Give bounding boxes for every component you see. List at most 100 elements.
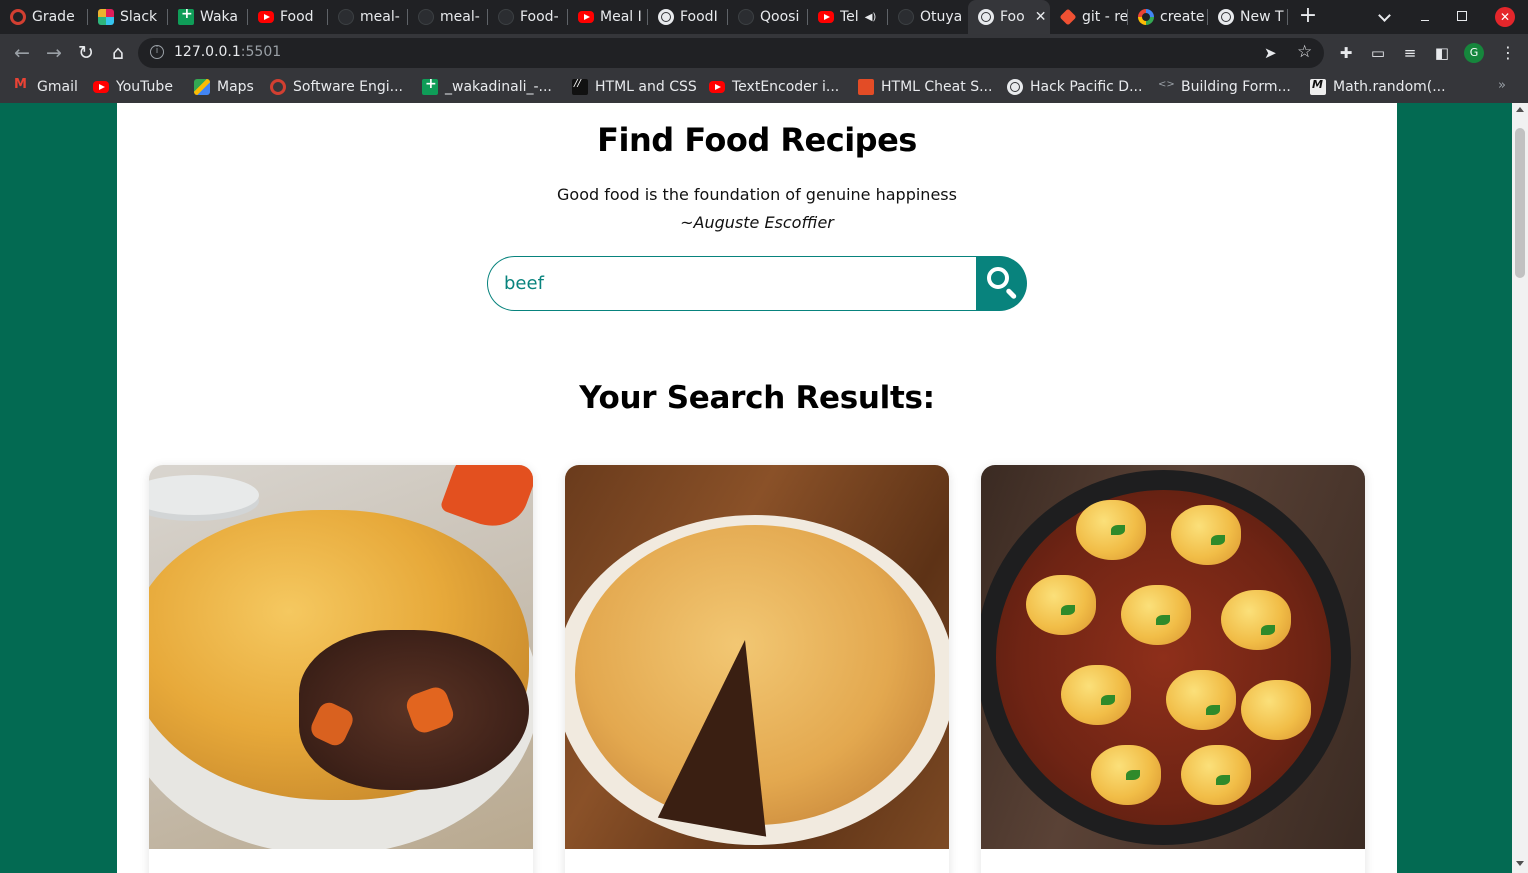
tab[interactable]: meal- xyxy=(408,0,488,34)
bookmark-label: _wakadinali_-... xyxy=(445,79,552,95)
tab-search-button[interactable] xyxy=(1376,8,1394,26)
maximize-button[interactable] xyxy=(1457,11,1467,21)
tab[interactable]: New T xyxy=(1208,0,1288,34)
bookmark-item[interactable]: TextEncoder i... xyxy=(709,77,839,97)
recipe-card-body xyxy=(149,849,533,873)
site-info-icon[interactable]: i xyxy=(150,45,164,59)
herb-shape xyxy=(1101,695,1115,705)
close-window-button[interactable]: ✕ xyxy=(1495,7,1515,27)
page-title: Find Food Recipes xyxy=(597,121,917,159)
tab[interactable]: git - re xyxy=(1050,0,1128,34)
tab-label: create xyxy=(1160,9,1205,25)
bookmark-item[interactable]: Maps xyxy=(194,77,254,97)
url-text[interactable]: 127.0.0.1:5501 xyxy=(174,44,281,60)
sheets-icon xyxy=(422,76,438,95)
bookmark-label: YouTube xyxy=(116,79,173,95)
slash-icon xyxy=(572,78,588,95)
bookmark-item[interactable]: Gmail xyxy=(14,77,78,97)
cast-icon[interactable]: ▭ xyxy=(1369,44,1387,62)
forward-arrow-icon[interactable]: → xyxy=(44,43,64,63)
tab-label: git - re xyxy=(1082,9,1128,25)
page-viewport: Find Food Recipes Good food is the found… xyxy=(0,103,1512,873)
recipe-card[interactable] xyxy=(149,465,533,873)
dumpling-shape xyxy=(1241,680,1311,740)
bookmark-item[interactable]: HTML Cheat S... xyxy=(858,77,992,97)
youtube-icon xyxy=(709,81,725,93)
tab[interactable]: create xyxy=(1128,0,1208,34)
profile-avatar[interactable]: G xyxy=(1464,43,1484,63)
bookmark-label: HTML and CSS xyxy=(595,79,697,95)
search-input[interactable] xyxy=(487,256,979,311)
tab-label: Food xyxy=(280,9,314,25)
extensions-icon[interactable]: ✚ xyxy=(1337,44,1355,62)
recipe-card-body xyxy=(565,849,949,873)
tab-label: Waka xyxy=(200,9,238,25)
media-controls-icon[interactable]: ≡ xyxy=(1401,44,1419,62)
recipe-card[interactable] xyxy=(565,465,949,873)
recipe-image[interactable] xyxy=(149,465,533,849)
tab[interactable]: Slack xyxy=(88,0,168,34)
bookmark-item[interactable]: YouTube xyxy=(93,77,173,97)
bookmark-item[interactable]: Building Form... xyxy=(1158,77,1291,97)
ring-icon xyxy=(270,79,286,95)
youtube-icon xyxy=(258,11,274,23)
bookmark-label: Software Engi... xyxy=(293,79,404,95)
tab[interactable]: meal- xyxy=(328,0,408,34)
tab-label: Qoosi xyxy=(760,9,800,25)
tab[interactable]: Meal I xyxy=(568,0,648,34)
bookmark-item[interactable]: Software Engi... xyxy=(270,77,403,97)
bookmark-item[interactable]: _wakadinali_-... xyxy=(422,76,552,97)
bookmarks-overflow-icon[interactable]: » xyxy=(1498,78,1506,93)
home-icon[interactable]: ⌂ xyxy=(108,43,128,63)
herb-shape xyxy=(1261,625,1275,635)
reload-icon[interactable]: ↻ xyxy=(76,43,96,63)
dumpling-shape xyxy=(1181,745,1251,805)
tab-label: Otuya xyxy=(920,9,963,25)
gmail-icon xyxy=(14,77,30,95)
recipe-image[interactable] xyxy=(565,465,949,849)
bookmark-label: Maps xyxy=(217,79,254,95)
herb-shape xyxy=(1211,535,1225,545)
menu-kebab-icon[interactable]: ⋮ xyxy=(1500,43,1516,62)
scroll-down-arrow-icon[interactable] xyxy=(1516,861,1524,866)
side-panel-icon[interactable]: ◧ xyxy=(1433,44,1451,62)
audio-playing-icon[interactable]: ◀) xyxy=(865,12,877,23)
tab-active[interactable]: Foo ✕ xyxy=(968,0,1050,34)
tab[interactable]: Food xyxy=(248,0,328,34)
search-button[interactable] xyxy=(976,256,1027,311)
send-to-devices-icon[interactable]: ➤ xyxy=(1264,44,1277,62)
bookmark-item[interactable]: Hack Pacific D... xyxy=(1007,77,1142,97)
quote-author: ~Auguste Escoffier xyxy=(680,213,834,232)
close-tab-icon[interactable]: ✕ xyxy=(1035,9,1047,25)
bookmark-label: TextEncoder i... xyxy=(732,79,840,95)
stew-shape xyxy=(996,490,1331,825)
tab[interactable]: Grade xyxy=(0,0,88,34)
tab[interactable]: FoodI xyxy=(648,0,728,34)
back-arrow-icon[interactable]: ← xyxy=(12,43,32,63)
github-icon xyxy=(418,9,434,25)
bookmark-item[interactable]: Math.random(... xyxy=(1310,77,1446,97)
bookmark-label: HTML Cheat S... xyxy=(881,79,993,95)
bookmark-star-icon[interactable]: ☆ xyxy=(1297,42,1312,62)
bookmark-item[interactable]: HTML and CSS xyxy=(572,77,697,97)
recipe-card[interactable] xyxy=(981,465,1365,873)
tab[interactable]: Food- xyxy=(488,0,568,34)
scroll-thumb[interactable] xyxy=(1515,128,1525,278)
tab[interactable]: Tel ◀) xyxy=(808,0,888,34)
youtube-icon xyxy=(93,81,109,93)
tab-label: meal- xyxy=(440,9,480,25)
vertical-scrollbar[interactable] xyxy=(1512,103,1528,873)
tab-label: meal- xyxy=(360,9,400,25)
minimize-button[interactable] xyxy=(1418,8,1432,26)
address-bar[interactable]: i 127.0.0.1:5501 ➤ ☆ xyxy=(138,38,1324,68)
tab[interactable]: Waka xyxy=(168,0,248,34)
tab[interactable]: Qoosi xyxy=(728,0,808,34)
scroll-up-arrow-icon[interactable] xyxy=(1516,107,1524,112)
new-tab-button[interactable]: + xyxy=(1297,5,1319,28)
recipe-image[interactable] xyxy=(981,465,1365,849)
dumpling-shape xyxy=(1166,670,1236,730)
github-icon xyxy=(898,9,914,25)
tab[interactable]: Otuya xyxy=(888,0,968,34)
github-icon xyxy=(498,9,514,25)
tab-label: FoodI xyxy=(680,9,718,25)
